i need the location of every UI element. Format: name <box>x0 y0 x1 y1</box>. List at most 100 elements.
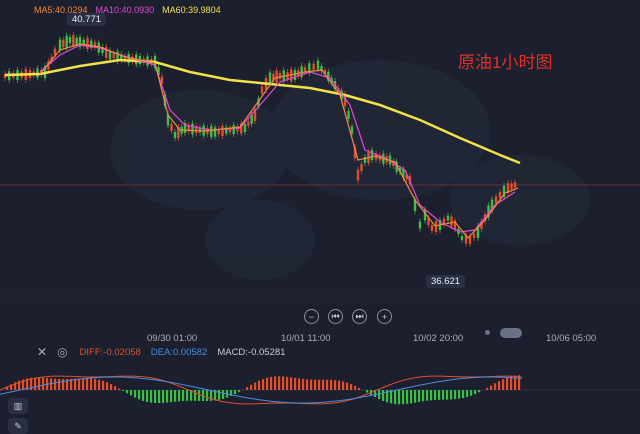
macd-bar <box>122 390 124 391</box>
macd-bar <box>126 390 128 393</box>
macd-header: ✕ ◎ DIFF:-0.02058 DEA:0.00582 MACD:-0.05… <box>0 342 640 362</box>
macd-bar <box>434 390 436 400</box>
macd-bar <box>162 390 164 403</box>
macd-bar <box>194 390 196 401</box>
macd-chart[interactable] <box>0 362 640 432</box>
macd-bar <box>390 390 392 403</box>
macd-bar <box>326 380 328 390</box>
macd-bar <box>446 390 448 400</box>
macd-bar <box>518 375 520 390</box>
macd-bar <box>302 379 304 390</box>
macd-bar <box>238 390 240 392</box>
macd-value: MACD:-0.05281 <box>217 347 285 358</box>
macd-bar <box>138 390 140 399</box>
macd-bar <box>130 390 132 395</box>
macd-bar <box>102 381 104 390</box>
macd-bar <box>298 378 300 390</box>
macd-bar <box>98 380 100 390</box>
macd-bar <box>450 390 452 399</box>
macd-bar <box>86 378 88 390</box>
macd-bar <box>94 379 96 390</box>
macd-bar <box>346 383 348 390</box>
macd-bar <box>134 390 136 398</box>
macd-bar <box>378 390 380 399</box>
macd-bar <box>282 376 284 390</box>
macd-bar <box>158 390 160 403</box>
zoom-in-button[interactable]: + <box>377 309 392 324</box>
page-indicator[interactable] <box>485 330 490 335</box>
macd-bar <box>338 381 340 390</box>
macd-bar <box>262 379 264 390</box>
macd-bar <box>106 382 108 390</box>
macd-bar <box>198 390 200 401</box>
macd-bar <box>178 390 180 401</box>
macd-bar <box>170 390 172 402</box>
macd-bar <box>426 390 428 401</box>
macd-bar <box>358 388 360 390</box>
macd-bar <box>394 390 396 404</box>
macd-bar <box>486 388 488 390</box>
zoom-out-button[interactable]: − <box>304 309 319 324</box>
macd-bar <box>490 386 492 390</box>
macd-bar <box>354 386 356 390</box>
macd-bar <box>402 390 404 404</box>
macd-bar <box>366 390 368 393</box>
macd-bar <box>438 390 440 400</box>
bar-chart-icon: ▥ <box>14 401 23 412</box>
macd-bar <box>462 390 464 398</box>
scroll-end-button[interactable]: ⏭ <box>352 309 367 324</box>
macd-bar <box>322 380 324 390</box>
pen-icon: ✎ <box>14 421 22 432</box>
page-dot[interactable] <box>485 330 490 335</box>
macd-bar <box>474 390 476 394</box>
macd-bar <box>114 386 116 390</box>
diff-value: DIFF:-0.02058 <box>80 347 141 358</box>
settings-icon[interactable]: ◎ <box>57 345 67 359</box>
chart-title: 原油1小时图 <box>458 48 552 73</box>
high-price-label: 40.771 <box>67 13 106 26</box>
ma60-value: MA60:39.9804 <box>162 5 221 15</box>
macd-bar <box>82 378 84 390</box>
macd-bar <box>342 381 344 390</box>
indicator-toggle-button[interactable]: ▥ <box>8 398 28 414</box>
draw-tool-button[interactable]: ✎ <box>8 418 28 434</box>
macd-bar <box>406 390 408 404</box>
macd-bar <box>174 390 176 402</box>
chart-screen: MA5:40.0294 MA10:40.0930 MA60:39.9804 40… <box>0 0 640 433</box>
macd-bar <box>34 378 36 390</box>
macd-bar <box>286 377 288 390</box>
macd-bar <box>250 385 252 390</box>
macd-bar <box>310 380 312 390</box>
scroll-start-button[interactable]: ⏮ <box>328 309 343 324</box>
macd-bar <box>110 384 112 390</box>
macd-bar <box>478 390 480 392</box>
macd-bar <box>314 380 316 390</box>
macd-bar <box>222 390 224 399</box>
macd-bar <box>234 390 236 394</box>
macd-bar <box>318 380 320 390</box>
macd-bar <box>414 390 416 403</box>
macd-bar <box>270 377 272 390</box>
macd-bar <box>274 376 276 390</box>
macd-bar <box>42 378 44 390</box>
macd-bar <box>410 390 412 403</box>
page-indicator-active[interactable] <box>500 328 522 338</box>
close-icon[interactable]: ✕ <box>37 345 47 359</box>
macd-bar <box>506 378 508 390</box>
macd-bar <box>502 379 504 390</box>
macd-bar <box>58 379 60 390</box>
macd-bar <box>150 390 152 403</box>
macd-bar <box>278 376 280 390</box>
world-map-watermark <box>110 60 590 280</box>
macd-bar <box>466 390 468 397</box>
macd-bar <box>206 390 208 401</box>
macd-bar <box>306 379 308 390</box>
macd-bar <box>62 379 64 390</box>
macd-bar <box>74 379 76 390</box>
macd-bar <box>54 379 56 390</box>
macd-bar <box>182 390 184 401</box>
macd-bar <box>398 390 400 404</box>
macd-bar <box>78 378 80 390</box>
macd-bar <box>142 390 144 401</box>
macd-bar <box>186 390 188 401</box>
